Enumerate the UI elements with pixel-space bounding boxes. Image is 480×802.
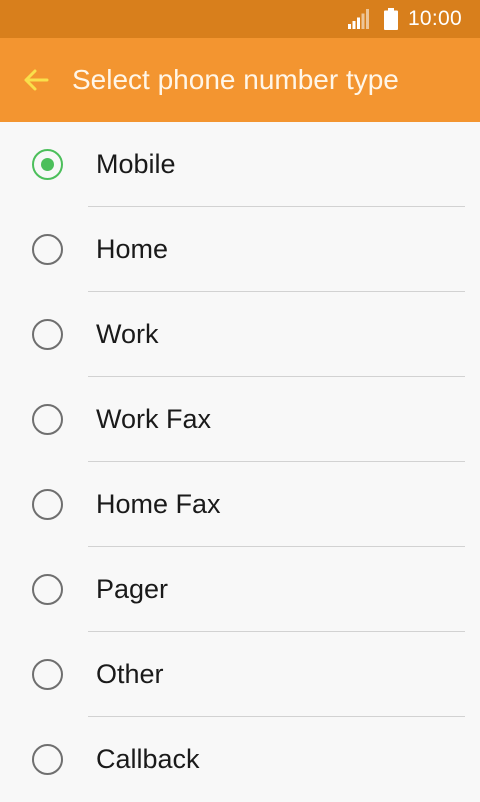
radio-selected-icon[interactable] (32, 149, 63, 180)
radio-unselected-icon[interactable] (32, 659, 63, 690)
radio-unselected-icon[interactable] (32, 234, 63, 265)
option-work[interactable]: Work (0, 292, 480, 377)
battery-icon (383, 8, 398, 30)
status-time: 10:00 (407, 7, 462, 30)
option-work-fax[interactable]: Work Fax (0, 377, 480, 462)
app-bar: Select phone number type (0, 38, 480, 122)
option-label: Mobile (96, 149, 176, 179)
option-pager[interactable]: Pager (0, 547, 480, 632)
option-home[interactable]: Home (0, 207, 480, 292)
option-label: Home Fax (96, 489, 221, 519)
option-callback[interactable]: Callback (0, 717, 480, 802)
radio-unselected-icon[interactable] (32, 574, 63, 605)
back-arrow-icon (24, 69, 49, 91)
option-label: Callback (96, 744, 200, 774)
option-other[interactable]: Other (0, 632, 480, 717)
status-bar: 10:00 (0, 0, 480, 38)
status-icons: 10:00 (347, 0, 462, 38)
option-label: Work Fax (96, 404, 212, 434)
option-home-fax[interactable]: Home Fax (0, 462, 480, 547)
radio-dot (41, 158, 54, 171)
signal-icon (347, 9, 369, 29)
page-title: Select phone number type (72, 64, 399, 95)
option-label: Other (96, 659, 164, 689)
option-mobile[interactable]: Mobile (0, 122, 480, 207)
option-label: Pager (96, 574, 169, 604)
radio-unselected-icon[interactable] (32, 744, 63, 775)
option-label: Home (96, 234, 169, 264)
radio-unselected-icon[interactable] (32, 489, 63, 520)
radio-unselected-icon[interactable] (32, 319, 63, 350)
option-label: Work (96, 319, 159, 349)
back-button[interactable] (14, 58, 58, 102)
radio-unselected-icon[interactable] (32, 404, 63, 435)
phone-type-list: Mobile Home Work Work Fax Home Fax Pager… (0, 122, 480, 802)
